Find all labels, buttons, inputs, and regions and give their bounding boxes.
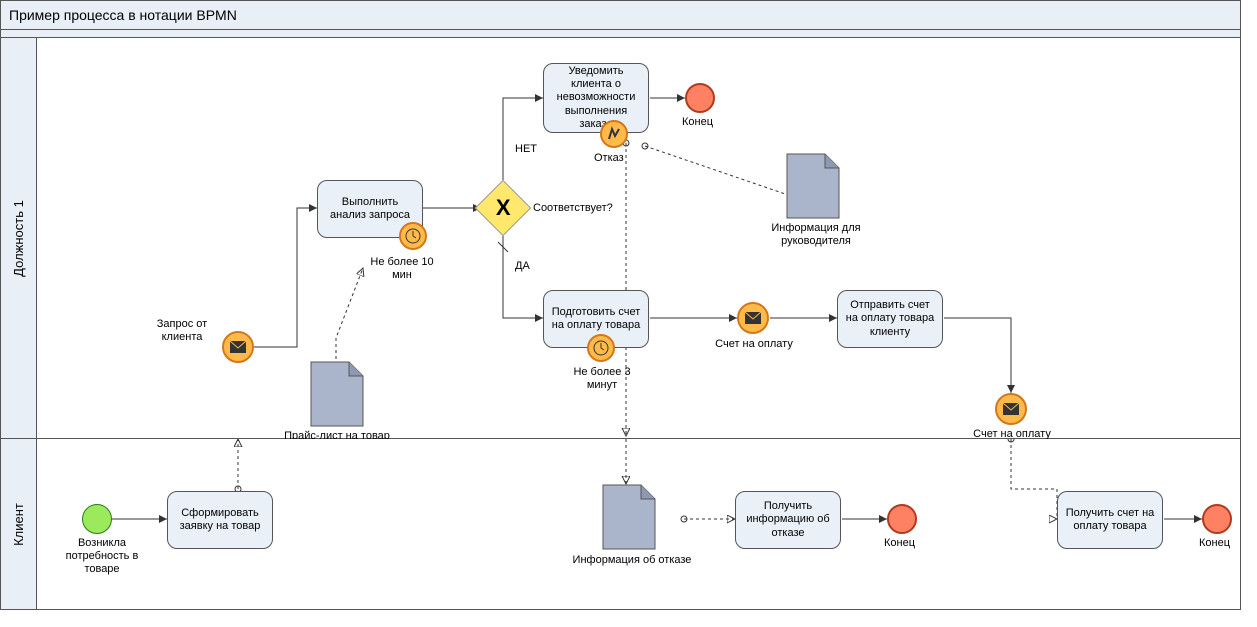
envelope-icon xyxy=(230,339,246,355)
lane2-label-text: Клиент xyxy=(11,503,26,546)
start-event-need xyxy=(82,504,112,534)
envelope-icon xyxy=(1003,401,1019,417)
lane2-body: Возникла потребность в товаре Сформирова… xyxy=(37,439,1240,609)
lane2-label: Клиент xyxy=(1,439,37,609)
error-icon xyxy=(606,126,622,142)
label-no: НЕТ xyxy=(515,143,537,156)
lane1-label-text: Должность 1 xyxy=(11,200,26,277)
lane-client: Клиент Возникла по xyxy=(1,439,1240,609)
pool-title: Пример процесса в нотации BPMN xyxy=(1,1,1240,30)
label-start-need: Возникла потребность в товаре xyxy=(57,537,147,577)
label-timer1: Не более 10 мин xyxy=(367,256,437,282)
label-end2: Конец xyxy=(884,537,915,550)
task-receive-invoice: Получить счет на оплату товара xyxy=(1057,491,1163,549)
label-end3: Конец xyxy=(1199,537,1230,550)
timer-boundary-2 xyxy=(587,334,615,362)
task-send-invoice: Отправить счет на оплату товара клиенту xyxy=(837,290,943,348)
task-notify-impossible: Уведомить клиента о невозможности выполн… xyxy=(543,63,649,133)
doc-mgr-info xyxy=(785,152,841,220)
message-event-invoice xyxy=(737,302,769,334)
document-icon xyxy=(601,483,657,551)
lane1-body: Запрос от клиента Выполнить анализ запро… xyxy=(37,38,1240,438)
message-event-invoice2 xyxy=(995,393,1027,425)
label-timer2: Не более 3 минут xyxy=(567,366,637,392)
clock-icon xyxy=(593,340,609,356)
task-form-request: Сформировать заявку на товар xyxy=(167,491,273,549)
doc-price-list xyxy=(309,360,365,428)
bpmn-pool: Пример процесса в нотации BPMN Должность… xyxy=(0,0,1241,610)
document-icon xyxy=(785,152,841,220)
end-event-1 xyxy=(685,83,715,113)
label-invoice-msg: Счет на оплату xyxy=(709,338,799,351)
error-boundary xyxy=(600,120,628,148)
document-icon xyxy=(309,360,365,428)
label-request-from-client: Запрос от клиента xyxy=(137,318,227,344)
envelope-icon xyxy=(745,310,761,326)
end-event-3 xyxy=(1202,504,1232,534)
lane1-label: Должность 1 xyxy=(1,38,37,438)
gateway-match: X xyxy=(475,180,532,237)
lanes-container: Должность 1 xyxy=(1,38,1240,609)
pool-separator xyxy=(1,30,1240,38)
doc-refusal-info xyxy=(601,483,657,551)
label-refusal: Отказ xyxy=(594,152,624,165)
lane-role1: Должность 1 xyxy=(1,38,1240,439)
label-end1: Конец xyxy=(682,116,713,129)
label-mgr-info: Информация для руководителя xyxy=(761,222,871,248)
message-event-request xyxy=(222,331,254,363)
gateway-x-icon: X xyxy=(496,195,511,221)
label-gateway: Соответствует? xyxy=(533,202,613,215)
task-receive-refusal: Получить информацию об отказе xyxy=(735,491,841,549)
error-event-icon-wrap xyxy=(600,120,628,148)
end-event-2 xyxy=(887,504,917,534)
label-refusal-info: Информация об отказе xyxy=(567,554,697,567)
clock-icon xyxy=(405,228,421,244)
label-yes: ДА xyxy=(515,260,530,273)
timer-boundary-1 xyxy=(399,222,427,250)
